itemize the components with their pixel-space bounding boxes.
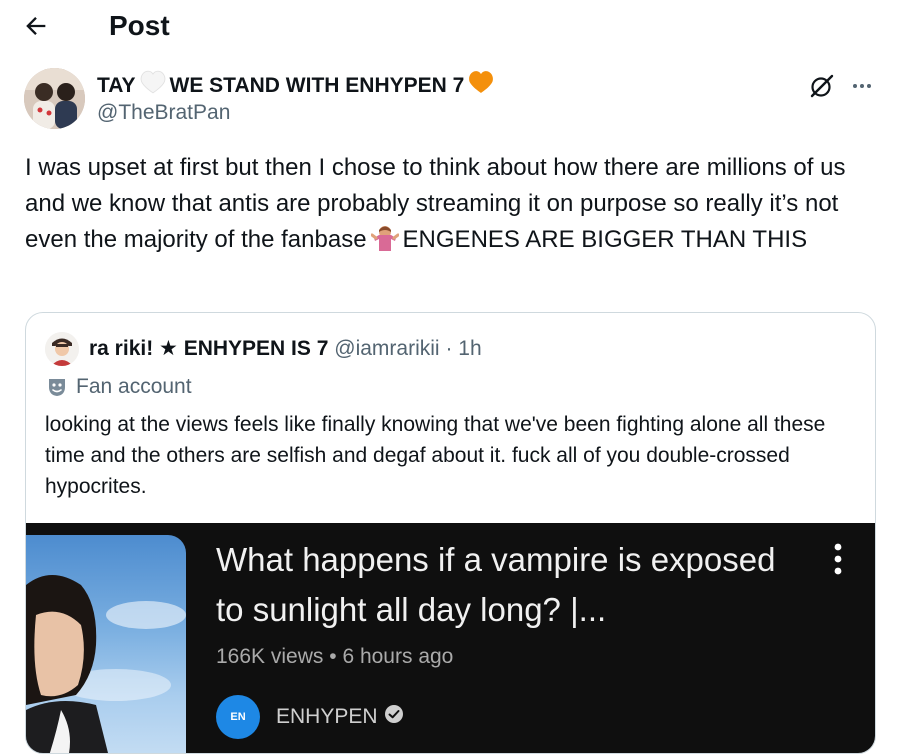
- quoted-author-row: ra riki! ★ ENHYPEN IS 7 @iamrarikii · 1h: [89, 335, 482, 363]
- mask-icon: [46, 376, 68, 398]
- video-views: 166K views: [216, 645, 324, 668]
- back-button[interactable]: [16, 8, 56, 44]
- quoted-post-text: looking at the views feels like finally …: [45, 413, 826, 498]
- avatar-image: [24, 68, 85, 129]
- author-display-name[interactable]: TAY WE STAND WITH ENHYPEN 7: [97, 70, 498, 102]
- separator-dot: ·: [445, 337, 453, 360]
- video-title[interactable]: What happens if a vampire is exposed to …: [216, 535, 776, 635]
- person-shrugging-emoji-icon: [370, 223, 400, 262]
- post-text-tail: ENGENES ARE BIGGER THAN THIS: [402, 226, 808, 253]
- arrow-left-icon: [26, 17, 46, 35]
- quoted-author-handle[interactable]: @iamrarikii: [334, 337, 439, 360]
- video-thumbnail[interactable]: [26, 535, 186, 753]
- author-avatar[interactable]: [24, 68, 85, 129]
- author-name-part1: TAY: [97, 74, 136, 97]
- fan-account-text: Fan account: [76, 375, 192, 398]
- meta-separator: •: [329, 645, 337, 668]
- author-name-part2: WE STAND WITH ENHYPEN 7: [169, 74, 465, 97]
- grok-icon[interactable]: [806, 70, 838, 102]
- channel-logo-text: EN: [230, 711, 246, 723]
- quoted-author-avatar[interactable]: [45, 332, 79, 366]
- fan-account-label: Fan account: [46, 373, 192, 401]
- verified-badge-icon: [384, 704, 404, 730]
- quoted-post-card[interactable]: ra riki! ★ ENHYPEN IS 7 @iamrarikii · 1h…: [25, 312, 876, 754]
- video-channel[interactable]: EN ENHYPEN: [216, 695, 404, 739]
- post-header: Post: [0, 0, 900, 53]
- author-row: TAY WE STAND WITH ENHYPEN 7 @TheBratPan: [24, 66, 884, 130]
- more-horizontal-icon[interactable]: [846, 70, 878, 102]
- channel-logo[interactable]: EN: [216, 695, 260, 739]
- quoted-author-name[interactable]: ra riki! ★ ENHYPEN IS 7: [89, 337, 328, 360]
- page-title: Post: [109, 10, 170, 41]
- channel-name[interactable]: ENHYPEN: [276, 705, 378, 729]
- white-heart-icon: [140, 70, 166, 102]
- kebab-menu-icon[interactable]: [826, 541, 850, 577]
- video-meta: 166K views • 6 hours ago: [216, 642, 453, 672]
- author-handle[interactable]: @TheBratPan: [97, 99, 230, 127]
- quoted-post-time[interactable]: 1h: [458, 337, 481, 360]
- video-preview-card[interactable]: What happens if a vampire is exposed to …: [26, 523, 875, 753]
- video-age: 6 hours ago: [342, 645, 454, 668]
- orange-heart-icon: [468, 70, 494, 102]
- post-text: I was upset at first but then I chose to…: [25, 150, 885, 262]
